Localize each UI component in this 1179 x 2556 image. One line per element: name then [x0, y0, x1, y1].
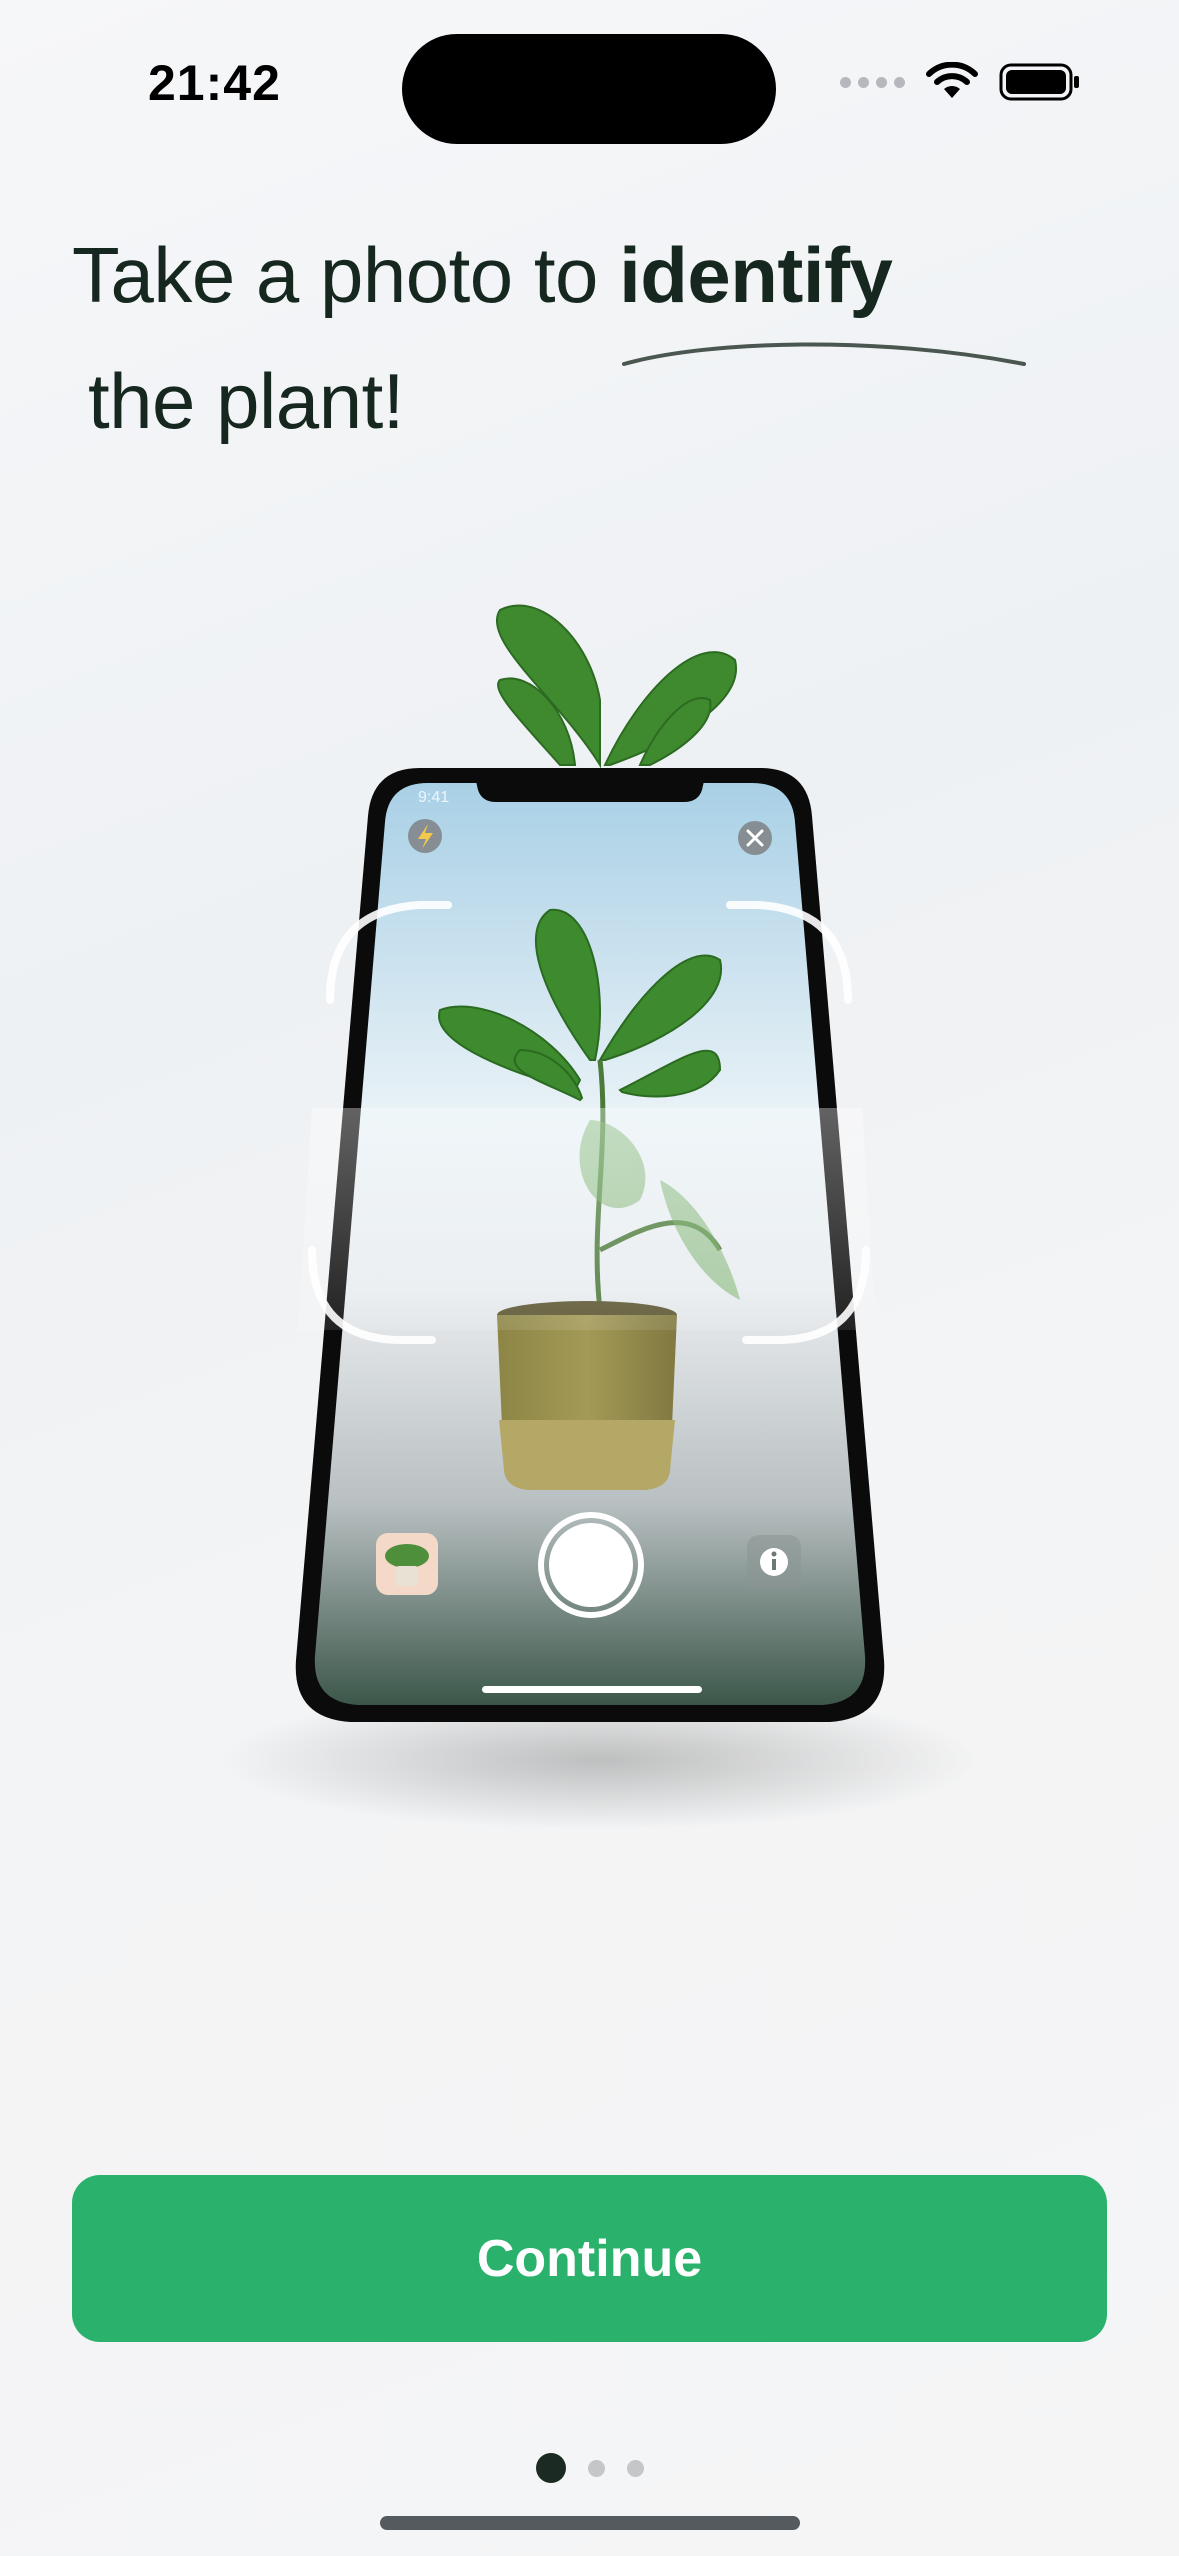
title-prefix: Take a photo to [72, 231, 620, 319]
page-indicator [0, 2453, 1179, 2483]
cellular-signal-icon [840, 76, 905, 88]
dynamic-island [402, 34, 776, 144]
flash-icon [408, 819, 442, 853]
close-icon [738, 821, 772, 855]
page-dot-1 [535, 2453, 566, 2483]
wifi-icon [926, 62, 978, 98]
home-indicator[interactable] [380, 2516, 800, 2530]
shutter-button [538, 1512, 644, 1618]
plant-thumbnail [376, 1533, 438, 1595]
battery-icon [999, 63, 1079, 101]
page-dot-2 [587, 2459, 605, 2477]
title-highlight: identify [619, 231, 893, 319]
phone-illustration: 9:41 [220, 604, 980, 1830]
status-time: 21:42 [148, 55, 281, 111]
info-icon [747, 1535, 801, 1589]
brush-underline [622, 342, 1026, 366]
status-icons [840, 62, 1081, 102]
page-dot-3 [626, 2459, 644, 2477]
continue-button[interactable]: Continue [72, 2175, 1107, 2342]
inner-status-time: 9:41 [418, 789, 449, 806]
